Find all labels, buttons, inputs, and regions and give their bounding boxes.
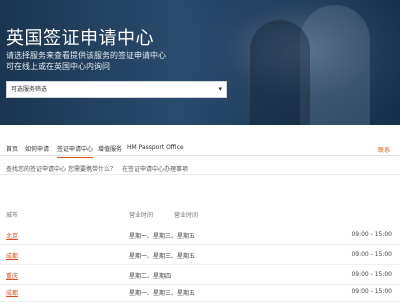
nav-contact-link[interactable]: 联系 <box>378 145 390 154</box>
hero-figure-right <box>300 5 370 125</box>
table-row: 北京 星期一、星期三、星期五 09:00 - 15:00 <box>0 225 400 245</box>
table-cell-hours: 09:00 - 15:00 <box>351 251 392 258</box>
nav-item-how-to-apply[interactable]: 如何申请 <box>25 144 49 153</box>
table-header-days: 营业时间 <box>129 212 154 219</box>
table-cell-days: 星期一、星期三、星期五 <box>129 253 196 260</box>
table-cell-hours: 09:00 - 15:00 <box>351 231 392 238</box>
table-cell-hours: 09:00 - 15:00 <box>351 271 392 278</box>
hero-subtitle-line1: 请选择服务来查看提供该服务的签证申请中心 <box>6 51 166 60</box>
nav-item-visa-centres[interactable]: 签证申请中心 <box>57 144 94 158</box>
table-cell-days: 星期一、星期三、星期五 <box>129 290 196 297</box>
nav-item-home[interactable]: 首页 <box>6 144 18 153</box>
table-row: 成都 星期一、星期三、星期五 09:00 - 15:00 <box>0 282 400 302</box>
main-nav: 首页 如何申请 签证申请中心 增值服务 HM Passport Office 联… <box>0 142 400 158</box>
table-header-city: 城市 <box>6 212 19 219</box>
subnav-item-what-to-bring[interactable]: 您需要携带什么？ <box>68 164 116 173</box>
table-cell-city[interactable]: 成都 <box>6 251 18 260</box>
page-title: 英国签证申请中心 <box>6 28 154 49</box>
table-cell-city[interactable]: 重庆 <box>6 271 18 280</box>
subnav-item-find-centre[interactable]: 查找您的签证申请中心 <box>6 164 66 173</box>
chevron-down-icon: ▾ <box>218 85 222 93</box>
table-cell-city[interactable]: 成都 <box>6 288 18 297</box>
hero-banner: 英国签证申请中心 请选择服务来查看提供该服务的签证申请中心 可在线上或在英国中心… <box>0 0 400 125</box>
service-filter-select[interactable]: 可选服务筛选 ▾ <box>6 81 227 98</box>
sub-nav: 查找您的签证申请中心 您需要携带什么？ 在签证申请中心办理事项 <box>0 163 400 175</box>
hero-subtitle: 请选择服务来查看提供该服务的签证申请中心 可在线上或在英国中心内询问 <box>6 50 206 72</box>
subnav-item-centre-matters[interactable]: 在签证申请中心办理事项 <box>122 164 188 173</box>
table-row: 成都 星期一、星期三、星期五 09:00 - 15:00 <box>0 245 400 265</box>
hero-subtitle-line2: 可在线上或在英国中心内询问 <box>6 62 110 71</box>
hero-figure-left <box>250 20 310 125</box>
nav-item-value-added-services[interactable]: 增值服务 <box>98 144 122 153</box>
table-cell-hours: 09:00 - 15:00 <box>351 288 392 295</box>
table-cell-days: 星期二、星期四 <box>129 273 172 280</box>
table-cell-city[interactable]: 北京 <box>6 231 18 240</box>
nav-item-hm-passport-office[interactable]: HM Passport Office <box>127 144 184 151</box>
table-header-hours: 营业时间 <box>174 212 199 219</box>
service-filter-value: 可选服务筛选 <box>11 86 48 93</box>
table-cell-days: 星期一、星期三、星期五 <box>129 233 196 240</box>
